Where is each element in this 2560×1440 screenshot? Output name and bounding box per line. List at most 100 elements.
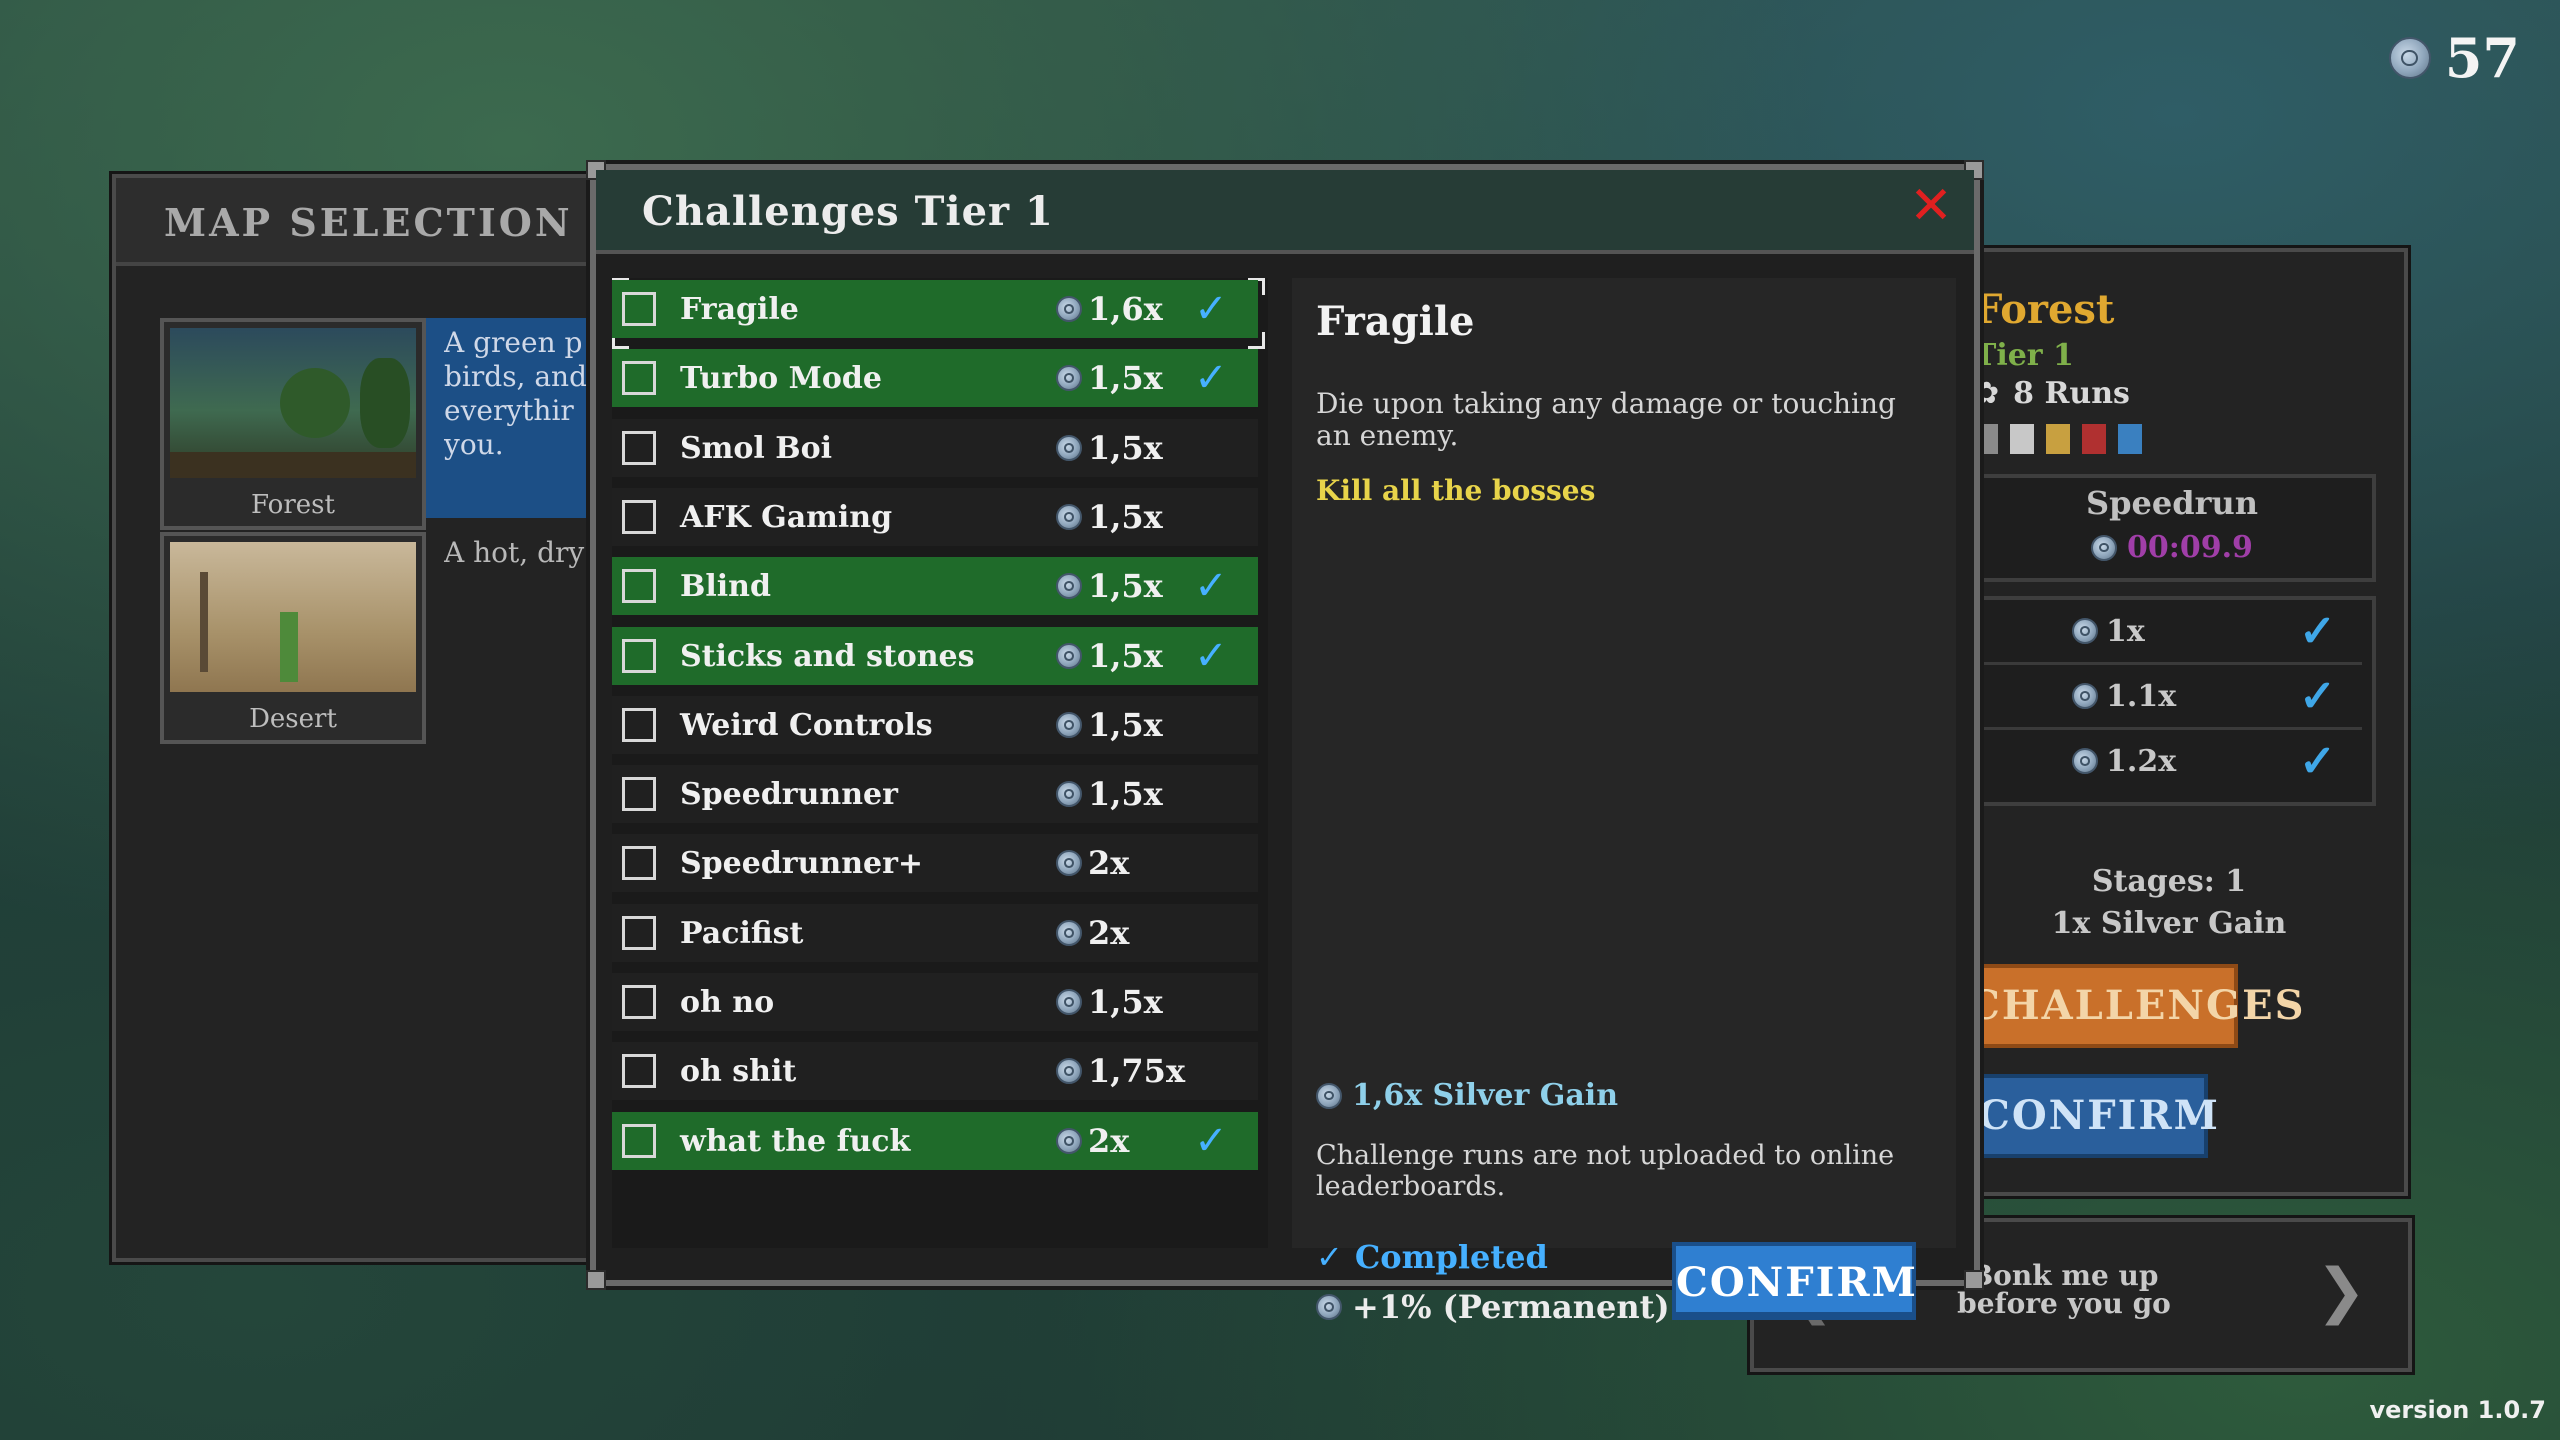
challenges-button[interactable]: CHALLENGES [1964,964,2304,1048]
map-card-desert[interactable]: Desert [160,532,426,744]
tier-mult: 1x [2106,613,2145,649]
check-icon: ✓ [2299,605,2336,657]
challenge-multiplier: 2x [1056,844,1186,882]
check-icon: ✓ [1316,1238,1343,1276]
close-icon[interactable]: ✕ [1908,180,1954,232]
confirm-button[interactable]: CONFIRM [1672,1242,1916,1320]
challenge-row[interactable]: Sticks and stones 1,5x ✓ [612,627,1258,685]
challenge-name: Sticks and stones [680,638,975,674]
speedrun-box: Speedrun 00:09.9 [1968,474,2376,582]
completed-status: ✓ Completed [1316,1238,1548,1276]
desert-thumbnail [170,542,416,692]
challenge-row[interactable]: Turbo Mode 1,5x ✓ [612,349,1258,407]
map-name-desert: Desert [249,704,337,734]
challenge-multiplier: 1,5x [1056,567,1186,605]
challenge-multiplier-value: 1,5x [1088,775,1163,813]
challenge-row[interactable]: Speedrunner+ 2x [612,834,1258,892]
map-confirm-button[interactable]: CONFIRM [1974,1074,2218,1158]
challenge-name: what the fuck [680,1123,911,1159]
challenge-row[interactable]: oh no 1,5x [612,973,1258,1031]
challenge-multiplier: 1,5x [1056,429,1186,467]
next-track-button[interactable]: ❯ [2316,1256,2366,1326]
character-icon [2046,424,2070,454]
currency-amount: 57 [2444,26,2520,90]
dialog-title: Challenges Tier 1 [642,188,1054,235]
character-icon [2082,424,2106,454]
challenge-multiplier: 1,5x [1056,359,1186,397]
silver-coin-icon [2388,37,2431,79]
challenge-name: Blind [680,568,771,604]
challenge-checkbox[interactable] [622,361,656,395]
frame-corner [586,1270,606,1290]
challenge-detail: Fragile Die upon taking any damage or to… [1292,278,1956,1326]
challenge-row[interactable]: what the fuck 2x ✓ [612,1112,1258,1170]
challenges-dialog: Challenges Tier 1 ✕ Fragile 1,6x ✓ Turbo Mo… [586,160,1984,1326]
challenge-checkbox[interactable] [622,777,656,811]
tier-list: 1x ✓ 1.1x ✓ 1.2x ✓ [1968,596,2376,806]
speedrun-label: Speedrun [2086,484,2258,522]
challenge-name: AFK Gaming [680,499,893,535]
check-icon: ✓ [1194,286,1228,332]
frame-corner [1964,1270,1984,1290]
challenge-multiplier-value: 1,5x [1088,359,1163,397]
silver-coin-icon [2072,748,2098,774]
challenge-row[interactable]: Speedrunner 1,5x [612,765,1258,823]
tier-row[interactable]: 1x ✓ [1972,600,2362,665]
map-description-forest: A green p birds, and everythir you. [444,326,588,461]
challenge-row[interactable]: Blind 1,5x ✓ [612,557,1258,615]
map-selection-panel: MAP SELECTION Forest A green p birds, an… [112,174,610,1262]
challenge-checkbox[interactable] [622,1124,656,1158]
challenge-checkbox[interactable] [622,846,656,880]
silver-coin-icon [1056,989,1082,1015]
runs-count: 8 Runs [2013,376,2130,411]
map-name-forest: Forest [251,490,335,520]
challenge-multiplier: 1,5x [1056,498,1186,536]
check-icon: ✓ [1194,1118,1228,1164]
challenge-checkbox[interactable] [622,639,656,673]
clock-icon [2091,534,2118,561]
challenge-row[interactable]: Fragile 1,6x ✓ [612,280,1258,338]
map-card-forest[interactable]: Forest [160,318,426,530]
silver-coin-icon [1056,504,1082,530]
challenge-checkbox[interactable] [622,569,656,603]
challenge-row[interactable]: Pacifist 2x [612,904,1258,962]
silver-coin-icon [1056,781,1082,807]
check-icon: ✓ [1194,355,1228,401]
silver-coin-icon [1056,573,1082,599]
silver-coin-icon [1316,1294,1342,1320]
silver-coin-icon [1056,920,1082,946]
silver-coin-icon [1316,1082,1342,1109]
tier-row[interactable]: 1.2x ✓ [1972,730,2362,792]
challenge-row[interactable]: AFK Gaming 1,5x [612,488,1258,546]
map-info-runs: ✿ 8 Runs [1974,376,2130,411]
challenge-checkbox[interactable] [622,916,656,950]
challenge-multiplier: 1,6x [1056,290,1186,328]
challenge-row[interactable]: Smol Boi 1,5x [612,419,1258,477]
permanent-bonus-text: +1% (Permanent) [1352,1288,1670,1326]
challenge-checkbox[interactable] [622,1054,656,1088]
challenge-name: Weird Controls [680,707,933,743]
silver-coin-icon [1056,1128,1082,1154]
challenge-multiplier: 1,75x [1056,1052,1186,1090]
challenge-multiplier-value: 1,5x [1088,637,1163,675]
challenge-checkbox[interactable] [622,292,656,326]
challenge-multiplier-value: 1,75x [1088,1052,1186,1090]
challenge-row[interactable]: Weird Controls 1,5x [612,696,1258,754]
tier-row[interactable]: 1.1x ✓ [1972,665,2362,730]
map-selection-header: MAP SELECTION [116,178,606,266]
challenge-checkbox[interactable] [622,708,656,742]
challenge-multiplier: 1,5x [1056,706,1186,744]
challenge-row[interactable]: oh shit 1,75x [612,1042,1258,1100]
silver-coin-icon [1056,712,1082,738]
speedrun-time-row: 00:09.9 [1972,530,2372,565]
map-info-name: Forest [1974,286,2115,333]
challenge-multiplier-value: 1,6x [1088,290,1163,328]
character-icons [1974,424,2142,454]
map-info-panel: Forest Tier 1 ✿ 8 Runs Speedrun 00:09.9 … [1960,248,2408,1196]
challenge-checkbox[interactable] [622,985,656,1019]
challenge-checkbox[interactable] [622,431,656,465]
challenge-name: Fragile [680,291,799,327]
challenge-multiplier: 2x [1056,1122,1186,1160]
challenge-checkbox[interactable] [622,500,656,534]
challenge-multiplier-value: 1,5x [1088,983,1163,1021]
